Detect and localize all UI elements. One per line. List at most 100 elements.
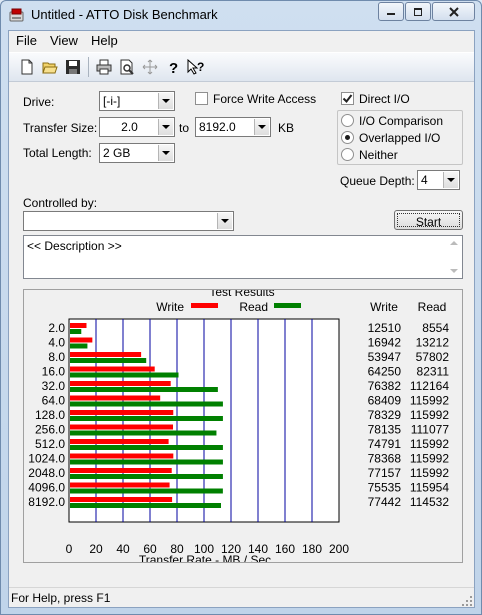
write-bar [70,468,172,473]
read-bar [70,358,147,363]
write-value: 78329 [368,408,402,422]
write-bar [70,424,174,430]
write-bar [70,381,171,386]
x-tick-label: 0 [66,542,73,556]
x-tick-label: 20 [89,542,103,556]
total-length-label: Total Length: [23,146,92,160]
queue-depth-value: 4 [421,173,428,187]
menu-file[interactable]: File [16,33,37,48]
io-option-label: Overlapped I/O [359,131,441,145]
read-bar [70,474,223,479]
row-size-label: 2.0 [48,321,65,335]
write-bar [70,439,169,444]
write-bar [70,497,173,502]
io-comparison-radio[interactable] [341,114,354,127]
write-bar [70,410,174,415]
transfer-from-select[interactable]: 2.0 [99,117,175,137]
transfer-to-select[interactable]: 8192.0 [195,117,271,137]
legend-read-label: Read [239,300,268,314]
read-bar [70,430,217,436]
read-bar [70,372,179,378]
chevron-down-icon[interactable] [254,119,269,135]
row-size-label: 64.0 [42,394,66,408]
read-bar [70,445,223,450]
x-tick-label: 200 [329,542,349,556]
printer-icon [96,59,111,75]
open-button[interactable] [38,56,61,78]
toolbar: ? ? [9,52,474,82]
status-bar: For Help, press F1 [9,587,474,608]
write-value: 78135 [368,423,402,437]
row-size-label: 8192.0 [28,495,65,509]
row-size-label: 8.0 [48,350,65,364]
neither-radio[interactable] [341,148,354,161]
read-value: 115992 [410,394,449,408]
about-button[interactable]: ? [161,56,184,78]
app-window: Untitled - ATTO Disk Benchmark File View… [0,0,482,615]
minimize-icon [387,12,395,15]
start-button[interactable]: Start [394,210,463,230]
transfer-rate-chart: Test ResultsWrite Read Write Read0 20 40 60 80 1… [28,285,450,567]
menu-view[interactable]: View [50,33,78,48]
chevron-down-icon[interactable] [158,93,173,109]
read-value: 114532 [410,495,449,509]
chevron-down-icon[interactable] [443,172,458,188]
close-button[interactable] [432,2,475,21]
transfer-to-value: 8192.0 [199,120,236,134]
description-scrollbar[interactable] [446,236,462,278]
read-value: 112164 [410,379,449,393]
write-value: 68409 [368,394,402,408]
force-write-checkbox[interactable] [195,92,208,105]
window-title: Untitled - ATTO Disk Benchmark [31,7,218,22]
description-text: << Description >> [27,239,122,253]
write-bar [70,366,155,372]
read-value: 111077 [411,423,450,437]
maximize-button[interactable] [405,2,431,21]
move-arrows-icon [142,59,157,75]
resize-grip-icon[interactable] [461,595,473,607]
print-button[interactable] [92,56,115,78]
new-button[interactable] [15,56,38,78]
description-field[interactable]: << Description >> [23,235,463,279]
row-size-label: 512.0 [35,437,65,451]
read-value: 115992 [410,466,449,480]
menu-help[interactable]: Help [91,33,118,48]
row-size-label: 32.0 [42,379,66,393]
write-value: 78368 [368,452,402,466]
move-button[interactable] [138,56,161,78]
write-bar [70,395,161,401]
save-button[interactable] [61,56,84,78]
drive-label: Drive: [23,95,55,109]
svg-text:?: ? [169,60,178,75]
read-value: 82311 [417,365,450,379]
row-size-label: 4096.0 [28,481,65,495]
menu-bar: File View Help [9,31,474,51]
queue-depth-select[interactable]: 4 [417,170,460,190]
minimize-button[interactable] [378,2,404,21]
results-title: Test Results [209,290,274,299]
chevron-down-icon[interactable] [158,145,173,161]
question-mark-icon: ? [169,60,178,75]
legend-write-swatch [191,303,218,308]
title-bar[interactable]: Untitled - ATTO Disk Benchmark [1,1,481,29]
x-tick-label: 40 [116,542,130,556]
legend-write-label: Write [156,300,184,314]
print-preview-button[interactable] [115,56,138,78]
write-bar [70,337,93,343]
svg-text:?: ? [197,60,204,74]
read-value: 115954 [410,481,449,495]
total-length-select[interactable]: 2 GB [99,143,175,163]
row-size-label: 16.0 [42,365,66,379]
context-help-button[interactable]: ? [184,56,207,78]
chevron-down-icon[interactable] [158,119,173,135]
controlled-by-select[interactable] [23,211,234,231]
write-value: 77157 [368,466,402,480]
write-bar [70,453,174,459]
read-value: 8554 [422,321,449,335]
write-value: 74791 [368,437,402,451]
direct-io-checkbox[interactable] [341,92,354,105]
drive-select[interactable]: [-i-] [99,91,175,111]
chevron-down-icon[interactable] [217,213,232,229]
write-bar [70,323,87,328]
overlapped-io-radio[interactable] [341,131,354,144]
